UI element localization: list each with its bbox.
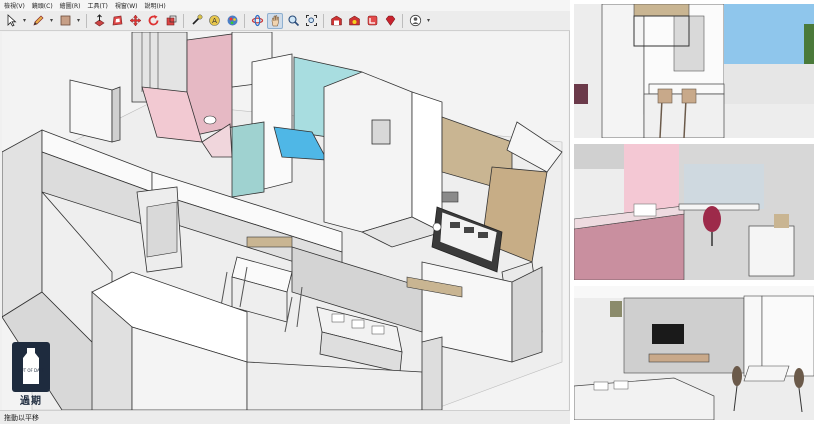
toolbar-separator — [183, 13, 184, 28]
sketchup-main-window: 檢視(V) 鏡頭(C) 繪圖(R) 工具(T) 視窗(W) 說明(H) ▾ ▾ … — [0, 0, 570, 424]
rectangle-dropdown-icon[interactable]: ▾ — [75, 17, 82, 24]
push-pull-icon — [93, 14, 105, 27]
main-toolbar: ▾ ▾ ▾ A ▾ — [0, 11, 570, 31]
push-pull-tool-button[interactable] — [91, 13, 107, 29]
offset-icon — [112, 15, 122, 26]
menu-view[interactable]: 檢視(V) — [4, 1, 25, 10]
app-root: 檢視(V) 鏡頭(C) 繪圖(R) 工具(T) 視窗(W) 說明(H) ▾ ▾ … — [0, 0, 824, 424]
move-tool-button[interactable] — [127, 13, 143, 29]
pan-tool-button[interactable] — [267, 12, 283, 29]
status-bar: 拖動以平移 — [0, 410, 570, 424]
menu-bar: 檢視(V) 鏡頭(C) 繪圖(R) 工具(T) 視窗(W) 說明(H) — [0, 0, 570, 11]
zoom-extents-tool-button[interactable] — [303, 13, 319, 29]
scale-icon — [166, 15, 176, 26]
account-dropdown-icon[interactable]: ▾ — [425, 17, 432, 24]
paint-bucket-icon — [227, 15, 237, 26]
toolbar-separator — [323, 13, 324, 28]
tape-measure-icon — [191, 14, 202, 25]
toolbar-separator — [86, 13, 87, 28]
zoom-extents-icon — [305, 15, 317, 26]
scale-tool-button[interactable] — [163, 13, 179, 29]
watermark-caption: OUT OF DATE — [18, 368, 45, 373]
milk-bottle-icon: OUT OF DATE — [12, 342, 50, 392]
move-icon — [129, 14, 141, 27]
svg-text:A: A — [212, 17, 217, 25]
paint-tool-button[interactable] — [224, 13, 240, 29]
rectangle-icon — [60, 15, 70, 26]
preview-living-view — [574, 286, 814, 420]
toolbar-separator — [244, 13, 245, 28]
status-text: 拖動以平移 — [4, 413, 39, 422]
zoom-tool-button[interactable] — [285, 13, 301, 29]
extension-icon — [348, 15, 360, 26]
living-render — [574, 286, 814, 420]
preview-bedroom-view — [574, 144, 814, 280]
orbit-icon — [251, 14, 263, 27]
text-tool-button[interactable]: A — [206, 13, 222, 29]
select-dropdown-icon[interactable]: ▾ — [21, 17, 28, 24]
orbit-tool-button[interactable] — [249, 13, 265, 29]
account-icon — [409, 14, 421, 27]
dining-render — [574, 4, 814, 138]
tape-tool-button[interactable] — [188, 13, 204, 29]
extension-manager-button[interactable] — [382, 13, 398, 29]
out-of-date-watermark: OUT OF DATE 過期 — [12, 342, 50, 407]
layout-icon — [367, 15, 377, 26]
layout-button[interactable] — [364, 13, 380, 29]
offset-tool-button[interactable] — [109, 13, 125, 29]
apartment-3d-model — [2, 32, 568, 410]
preview-dining-view — [574, 4, 814, 138]
menu-tools[interactable]: 工具(T) — [88, 1, 108, 10]
arrow-icon — [7, 14, 17, 27]
menu-camera[interactable]: 鏡頭(C) — [32, 1, 53, 10]
3d-warehouse-button[interactable] — [328, 13, 344, 29]
text-icon: A — [208, 15, 220, 26]
ruby-icon — [385, 15, 395, 26]
pan-hand-icon — [271, 15, 279, 27]
toolbar-separator — [402, 13, 403, 28]
watermark-text: 過期 — [20, 396, 42, 407]
extension-warehouse-button[interactable] — [346, 13, 362, 29]
menu-help[interactable]: 說明(H) — [145, 1, 166, 10]
line-dropdown-icon[interactable]: ▾ — [48, 17, 55, 24]
model-viewport[interactable] — [2, 32, 568, 410]
menu-draw[interactable]: 繪圖(R) — [60, 1, 81, 10]
zoom-icon — [287, 15, 299, 27]
line-tool-button[interactable] — [30, 13, 46, 29]
pencil-icon — [32, 15, 43, 26]
menu-window[interactable]: 視窗(W) — [115, 1, 138, 10]
account-button[interactable] — [407, 13, 423, 29]
rotate-icon — [148, 15, 158, 26]
bedroom-render — [574, 144, 814, 280]
rectangle-tool-button[interactable] — [57, 13, 73, 29]
rotate-tool-button[interactable] — [145, 13, 161, 29]
select-tool-button[interactable] — [3, 13, 19, 29]
warehouse-icon — [330, 15, 342, 26]
